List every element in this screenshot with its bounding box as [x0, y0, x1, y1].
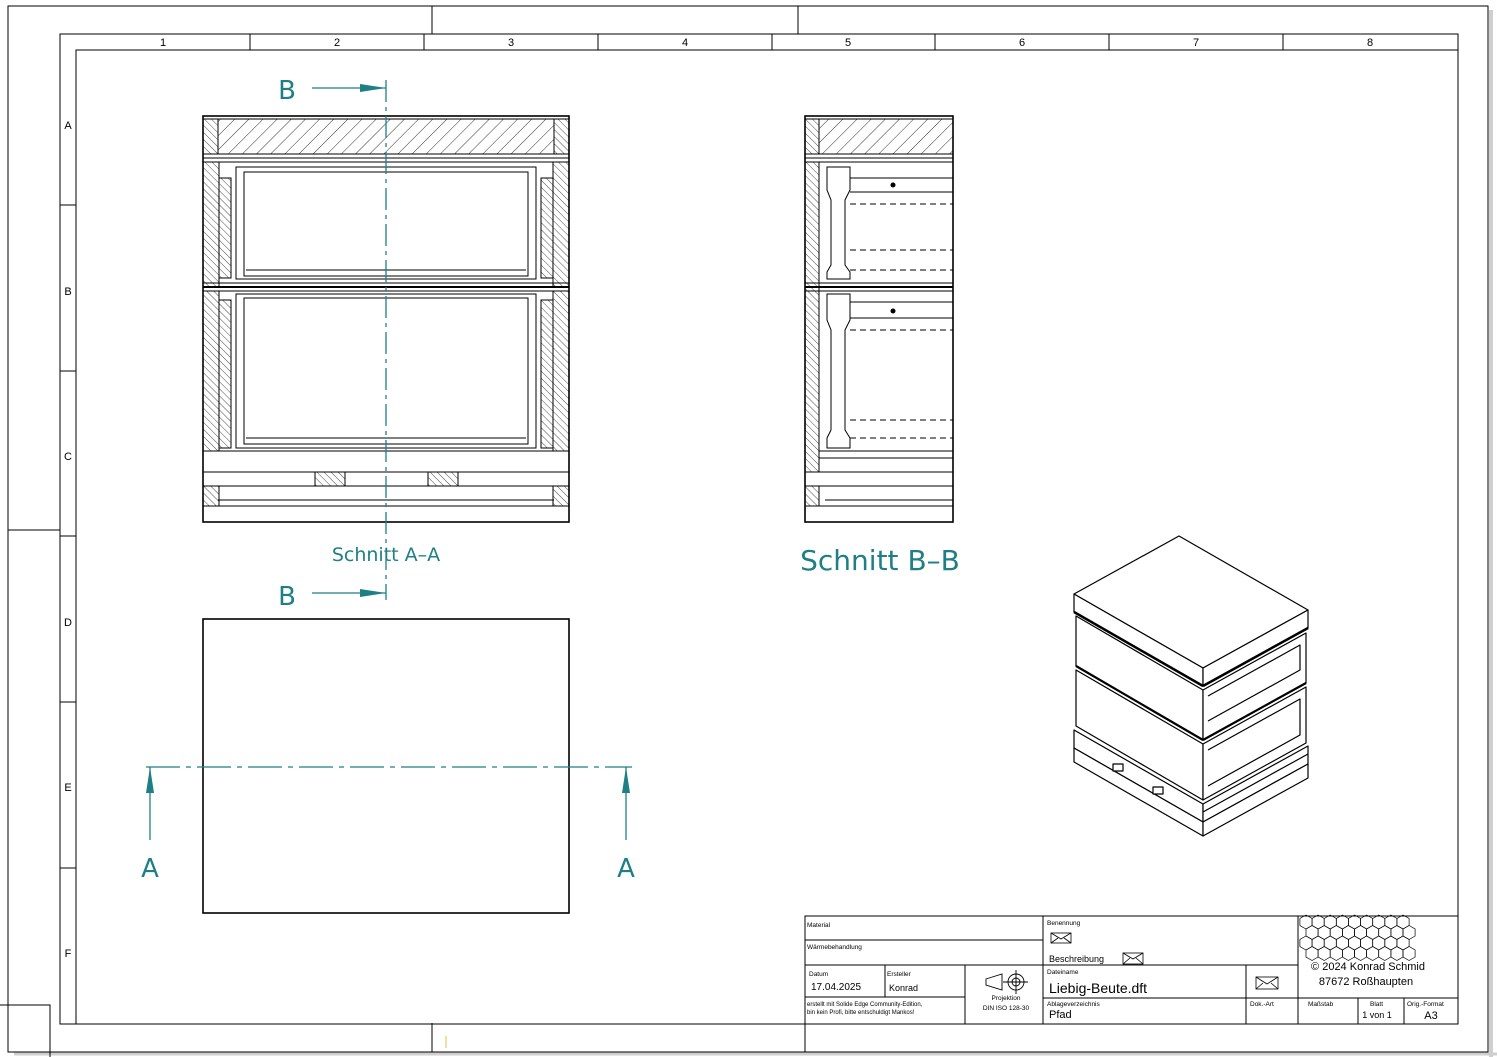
zone-col-5: 5	[845, 37, 851, 49]
zone-row-f: F	[65, 948, 72, 960]
outer-frame	[7, 5, 1489, 1053]
zone-col-7: 7	[1193, 37, 1199, 49]
copyright-line-2: 87672 Roßhaupten	[1319, 976, 1413, 988]
format-label: Orig.-Format	[1407, 1001, 1444, 1008]
zone-row-a: A	[64, 120, 72, 132]
cut-letter-b-bottom: B	[278, 582, 296, 612]
section-bb-label: Schnitt B–B	[800, 544, 960, 577]
zone-row-e: E	[64, 782, 71, 794]
zone-col-4: 4	[682, 37, 688, 49]
zone-col-8: 8	[1367, 37, 1373, 49]
zone-col-2: 2	[334, 37, 340, 49]
cut-letter-b-top: B	[278, 76, 296, 106]
scale-label: Maßstab	[1308, 1001, 1334, 1008]
zone-row-d: D	[64, 617, 72, 629]
description-label: Beschreibung	[1049, 954, 1104, 964]
doc-type-label: Dok.-Art	[1250, 1001, 1274, 1008]
format-value: A3	[1424, 1010, 1437, 1022]
zone-col-1: 1	[160, 37, 166, 49]
name-label: Benennung	[1047, 920, 1081, 927]
cut-letter-a-left: A	[141, 854, 159, 884]
sheet-value: 1 von 1	[1362, 1010, 1392, 1020]
filename-value: Liebig-Beute.dft	[1049, 980, 1147, 996]
note-line-1: erstellt mit Solide Edge Community-Editi…	[807, 1002, 923, 1008]
note-line-2: bin kein Profi, bitte entschuldigt Manko…	[807, 1010, 915, 1016]
zone-row-b: B	[64, 286, 71, 298]
section-aa-label: Schnitt A–A	[332, 544, 440, 566]
filename-label: Dateiname	[1047, 969, 1079, 976]
date-value: 17.04.2025	[811, 982, 861, 993]
folder-value: Pfad	[1049, 1009, 1072, 1021]
projection-label: Projektion	[992, 995, 1021, 1002]
cut-letter-a-right: A	[617, 854, 635, 884]
zone-row-c: C	[64, 451, 72, 463]
folder-label: Ablageverzeichnis	[1047, 1001, 1101, 1008]
copyright-line-1: © 2024 Konrad Schmid	[1311, 961, 1425, 973]
date-label: Datum	[809, 971, 828, 978]
heat-treatment-label: Wärmebehandlung	[807, 944, 862, 951]
author-value: Konrad	[889, 983, 918, 993]
zone-col-3: 3	[508, 37, 514, 49]
material-label: Material	[807, 922, 831, 929]
drawing-sheet: 1 2 3 4 5 6 7 8 A B C D E F B B Schnitt …	[0, 5, 1497, 1057]
author-label: Ersteller	[887, 971, 912, 978]
zone-col-6: 6	[1019, 37, 1025, 49]
sheet-label: Blatt	[1370, 1001, 1383, 1008]
projection-standard: DIN ISO 128-30	[983, 1005, 1030, 1012]
